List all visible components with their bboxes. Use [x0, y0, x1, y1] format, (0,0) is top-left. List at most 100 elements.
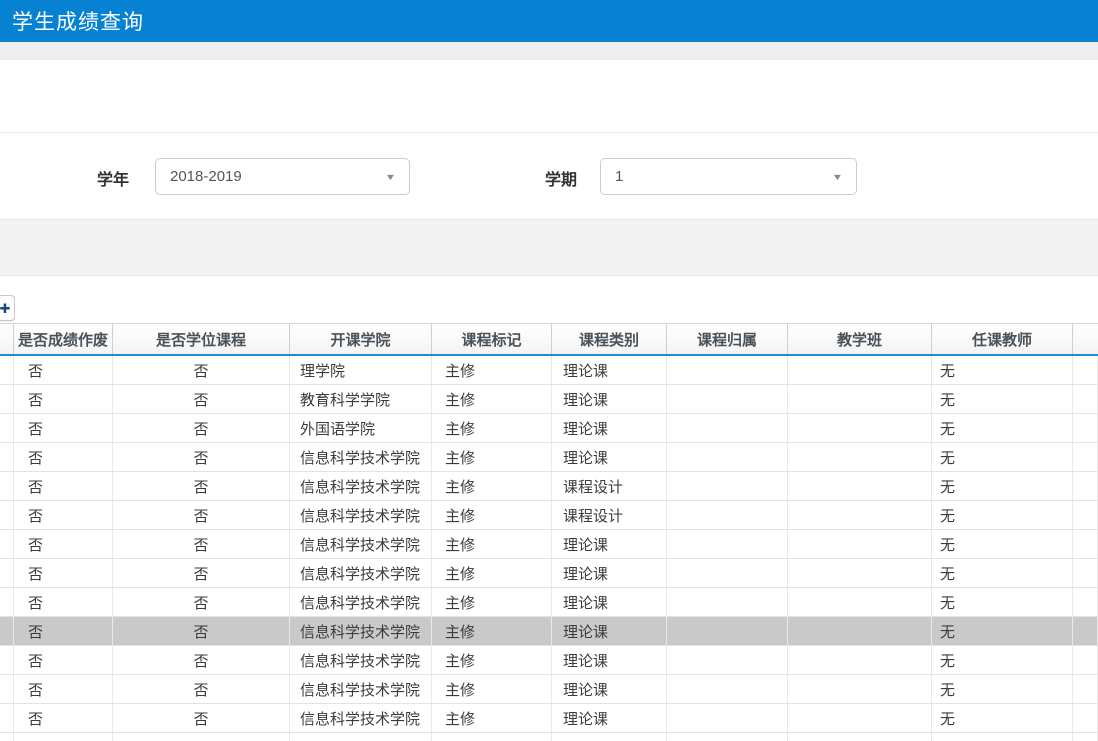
grid-body: 否否理学院 主修 理论课无否否教育科学学院 主修 理论课无否否外国语学院 主修 理论课无否否… — [0, 356, 1098, 741]
table-cell — [0, 733, 14, 741]
table-row[interactable]: 否否信息科学技术学院 主修 理论课无 — [0, 530, 1098, 559]
table-row[interactable]: 否否信息科学技术学院 主修 课程设计无 — [0, 472, 1098, 501]
column-header-edge-right[interactable] — [1073, 324, 1098, 354]
column-header-category[interactable]: 课程类别 — [552, 324, 667, 354]
table-cell: 信息科学技术学院 — [290, 588, 432, 616]
column-header-teacher[interactable]: 任课教师 — [932, 324, 1073, 354]
table-cell — [552, 733, 667, 741]
table-cell: 主修 — [432, 385, 552, 413]
table-cell — [788, 443, 932, 471]
column-header-degree[interactable]: 是否学位课程 — [113, 324, 290, 354]
table-cell — [1073, 675, 1098, 703]
table-cell: 理论课 — [552, 559, 667, 587]
table-cell: 信息科学技术学院 — [290, 472, 432, 500]
table-cell: 主修 — [432, 414, 552, 442]
table-cell: 信息科学技术学院 — [290, 559, 432, 587]
table-cell: 否 — [14, 414, 113, 442]
year-select-value: 2018-2019 — [170, 168, 242, 185]
table-cell: 课程设计 — [552, 472, 667, 500]
table-cell: 否 — [113, 704, 290, 732]
page: 学生成绩查询 学年 2018-2019 ▼ 学期 1 ▼ ✚ 是否成绩作废 是否学… — [0, 0, 1098, 741]
table-cell — [1073, 733, 1098, 741]
table-cell — [1073, 501, 1098, 529]
table-cell — [667, 356, 788, 384]
table-cell — [0, 472, 14, 500]
table-row[interactable] — [0, 733, 1098, 741]
table-cell — [788, 501, 932, 529]
column-header-edge-left[interactable] — [0, 324, 14, 354]
table-cell: 否 — [14, 385, 113, 413]
table-cell: 否 — [113, 501, 290, 529]
table-cell — [667, 675, 788, 703]
table-cell: 否 — [14, 472, 113, 500]
year-select[interactable]: 2018-2019 ▼ — [155, 158, 410, 195]
separator-band — [0, 219, 1098, 276]
table-cell: 信息科学技术学院 — [290, 646, 432, 674]
table-cell: 否 — [113, 675, 290, 703]
table-cell — [667, 588, 788, 616]
table-cell: 理论课 — [552, 443, 667, 471]
table-cell: 否 — [14, 356, 113, 384]
column-header-college[interactable]: 开课学院 — [290, 324, 432, 354]
table-cell: 主修 — [432, 559, 552, 587]
results-grid: 是否成绩作废 是否学位课程 开课学院 课程标记 课程类别 课程归属 教学班 任课教师 否否理学… — [0, 323, 1098, 741]
table-cell — [788, 385, 932, 413]
table-cell — [0, 501, 14, 529]
table-cell: 否 — [14, 588, 113, 616]
table-row[interactable]: 否否信息科学技术学院 主修 理论课无 — [0, 646, 1098, 675]
table-cell: 无 — [932, 704, 1073, 732]
column-header-mark[interactable]: 课程标记 — [432, 324, 552, 354]
column-header-void[interactable]: 是否成绩作废 — [14, 324, 113, 354]
grid-config-button[interactable]: ✚ — [0, 295, 15, 321]
term-label: 学期 — [545, 172, 578, 189]
table-cell — [667, 559, 788, 587]
table-cell — [667, 646, 788, 674]
table-row[interactable]: 否否信息科学技术学院 主修 课程设计无 — [0, 501, 1098, 530]
table-row[interactable]: 否否信息科学技术学院 主修 理论课无 — [0, 588, 1098, 617]
table-cell — [0, 617, 14, 645]
table-cell — [667, 443, 788, 471]
column-header-belong[interactable]: 课程归属 — [667, 324, 788, 354]
table-cell: 无 — [932, 472, 1073, 500]
table-row[interactable]: 否否外国语学院 主修 理论课无 — [0, 414, 1098, 443]
table-cell — [432, 733, 552, 741]
table-cell — [788, 588, 932, 616]
table-cell — [14, 733, 113, 741]
table-cell: 主修 — [432, 443, 552, 471]
table-row-selected[interactable]: 否否信息科学技术学院 主修 理论课无 — [0, 617, 1098, 646]
table-cell: 否 — [113, 588, 290, 616]
table-row[interactable]: 否否信息科学技术学院 主修 理论课无 — [0, 704, 1098, 733]
table-cell — [788, 530, 932, 558]
table-cell: 信息科学技术学院 — [290, 704, 432, 732]
table-cell — [788, 704, 932, 732]
table-cell — [290, 733, 432, 741]
table-row[interactable]: 否否信息科学技术学院 主修 理论课无 — [0, 443, 1098, 472]
table-row[interactable]: 否否信息科学技术学院 主修 理论课无 — [0, 559, 1098, 588]
table-cell: 主修 — [432, 675, 552, 703]
term-select[interactable]: 1 ▼ — [600, 158, 857, 195]
table-cell: 否 — [14, 501, 113, 529]
table-cell: 无 — [932, 675, 1073, 703]
table-cell — [0, 385, 14, 413]
column-header-class[interactable]: 教学班 — [788, 324, 932, 354]
table-cell: 理论课 — [552, 646, 667, 674]
table-cell — [1073, 414, 1098, 442]
table-cell: 否 — [14, 675, 113, 703]
table-cell: 否 — [113, 414, 290, 442]
table-cell: 理论课 — [552, 356, 667, 384]
table-cell — [667, 704, 788, 732]
table-cell — [788, 356, 932, 384]
table-row[interactable]: 否否理学院 主修 理论课无 — [0, 356, 1098, 385]
table-cell: 理论课 — [552, 617, 667, 645]
table-cell: 否 — [113, 443, 290, 471]
table-cell: 无 — [932, 443, 1073, 471]
table-row[interactable]: 否否教育科学学院 主修 理论课无 — [0, 385, 1098, 414]
table-cell: 否 — [14, 443, 113, 471]
table-row[interactable]: 否否信息科学技术学院 主修 理论课无 — [0, 675, 1098, 704]
table-cell: 否 — [14, 530, 113, 558]
table-cell: 无 — [932, 559, 1073, 587]
table-cell: 理论课 — [552, 675, 667, 703]
table-cell: 理论课 — [552, 704, 667, 732]
table-cell — [788, 617, 932, 645]
section-divider — [0, 132, 1098, 133]
